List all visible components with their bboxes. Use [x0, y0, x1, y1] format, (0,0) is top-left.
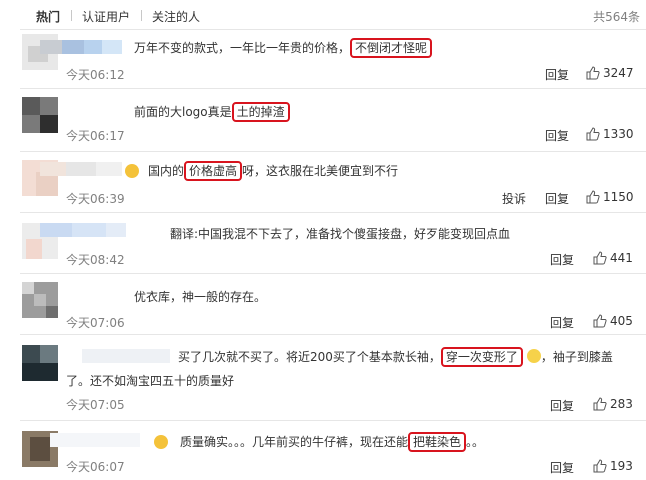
comment-item: 优衣库，神一般的存在。 今天07:06 回复 405	[0, 274, 646, 334]
like-count: 283	[610, 397, 633, 411]
comment-text: 买了几次就不买了。将近200买了个基本款长袖， 穿一次变形了 ，袖子到膝盖	[178, 347, 613, 367]
thumbs-up-icon	[586, 190, 600, 204]
avatar[interactable]	[22, 97, 58, 133]
highlight-box: 穿一次变形了	[440, 347, 523, 367]
comment-time: 今天06:17	[66, 129, 125, 143]
username-blurred[interactable]	[40, 223, 126, 237]
tab-verified-users[interactable]: 认证用户	[82, 8, 130, 25]
comment-item: 翻译:中国我混不下去了，准备找个傻蛋接盘，好歹能变现回点血 今天08:42 回复…	[0, 213, 646, 273]
reply-button[interactable]: 回复	[545, 66, 569, 83]
comment-time: 今天06:39	[66, 192, 125, 206]
comment-text: 前面的大logo真是 土的掉渣	[134, 102, 290, 122]
username-blurred[interactable]	[50, 433, 140, 447]
username-blurred[interactable]	[40, 40, 122, 54]
comment-time: 今天08:42	[66, 253, 125, 267]
reply-button[interactable]: 回复	[550, 459, 574, 476]
username-blurred[interactable]	[82, 349, 170, 363]
like-button[interactable]: 193	[593, 459, 633, 473]
like-count: 193	[610, 459, 633, 473]
thumbs-up-icon	[593, 397, 607, 411]
avatar[interactable]	[22, 345, 58, 381]
comment-text: 国内的 价格虚高 呀，这衣服在北美便宜到不行	[148, 161, 398, 181]
avatar[interactable]	[22, 282, 58, 318]
crown-emoji-icon	[154, 435, 168, 449]
reply-button[interactable]: 回复	[550, 251, 574, 268]
like-count: 1150	[603, 190, 634, 204]
like-count: 3247	[603, 66, 634, 80]
reply-button[interactable]: 回复	[550, 314, 574, 331]
reply-button[interactable]: 回复	[545, 190, 569, 207]
like-button[interactable]: 283	[593, 397, 633, 411]
tab-divider	[141, 10, 142, 21]
tab-following[interactable]: 关注的人	[152, 8, 200, 25]
like-count: 1330	[603, 127, 634, 141]
comment-item: 买了几次就不买了。将近200买了个基本款长袖， 穿一次变形了 ，袖子到膝盖 了。还不…	[0, 335, 646, 419]
like-count: 441	[610, 251, 633, 265]
comment-time: 今天07:05	[66, 398, 125, 412]
thumbs-up-icon	[586, 127, 600, 141]
like-button[interactable]: 1150	[586, 190, 634, 204]
like-button[interactable]: 1330	[586, 127, 634, 141]
thumbs-up-icon	[593, 314, 607, 328]
like-button[interactable]: 405	[593, 314, 633, 328]
comment-item: 国内的 价格虚高 呀，这衣服在北美便宜到不行 今天06:39 投诉 回复 1150	[0, 152, 646, 212]
like-button[interactable]: 441	[593, 251, 633, 265]
like-button[interactable]: 3247	[586, 66, 634, 80]
comment-time: 今天06:07	[66, 460, 125, 474]
comment-total-count: 共564条	[593, 10, 640, 24]
username-blurred[interactable]	[40, 162, 122, 176]
thumbs-up-icon	[593, 459, 607, 473]
comment-item: 万年不变的款式，一年比一年贵的价格， 不倒闭才怪呢 今天06:12 回复 3247	[0, 30, 646, 88]
comment-item: 前面的大logo真是 土的掉渣 今天06:17 回复 1330	[0, 89, 646, 151]
comment-text: 优衣库，神一般的存在。	[134, 290, 267, 304]
comment-text: 质量确实。。。几年前买的牛仔裤，现在还能 把鞋染色。。	[180, 432, 484, 452]
highlight-box: 把鞋染色	[408, 432, 467, 452]
thumbs-up-icon	[593, 251, 607, 265]
comment-text: 翻译:中国我混不下去了，准备找个傻蛋接盘，好歹能变现回点血	[170, 227, 511, 241]
comment-item: 质量确实。。。几年前买的牛仔裤，现在还能 把鞋染色。。 今天06:07 回复 19…	[0, 421, 646, 480]
tab-divider	[71, 10, 72, 21]
comment-text: 万年不变的款式，一年比一年贵的价格， 不倒闭才怪呢	[134, 38, 433, 58]
comment-time: 今天07:06	[66, 316, 125, 330]
like-count: 405	[610, 314, 633, 328]
comment-time: 今天06:12	[66, 68, 125, 82]
highlight-box: 价格虚高	[184, 161, 243, 181]
reply-button[interactable]: 回复	[545, 127, 569, 144]
comment-filter-tabs: 热门 认证用户 关注的人 共564条	[0, 0, 646, 30]
highlight-box: 不倒闭才怪呢	[350, 38, 433, 58]
comment-text-line2: 了。还不如淘宝四五十的质量好	[66, 374, 235, 388]
tab-hot[interactable]: 热门	[36, 8, 60, 25]
face-emoji-icon	[526, 349, 541, 363]
report-button[interactable]: 投诉	[502, 190, 526, 207]
thumbs-up-icon	[586, 66, 600, 80]
crown-emoji-icon	[125, 164, 139, 178]
reply-button[interactable]: 回复	[550, 397, 574, 414]
highlight-box: 土的掉渣	[231, 102, 290, 122]
